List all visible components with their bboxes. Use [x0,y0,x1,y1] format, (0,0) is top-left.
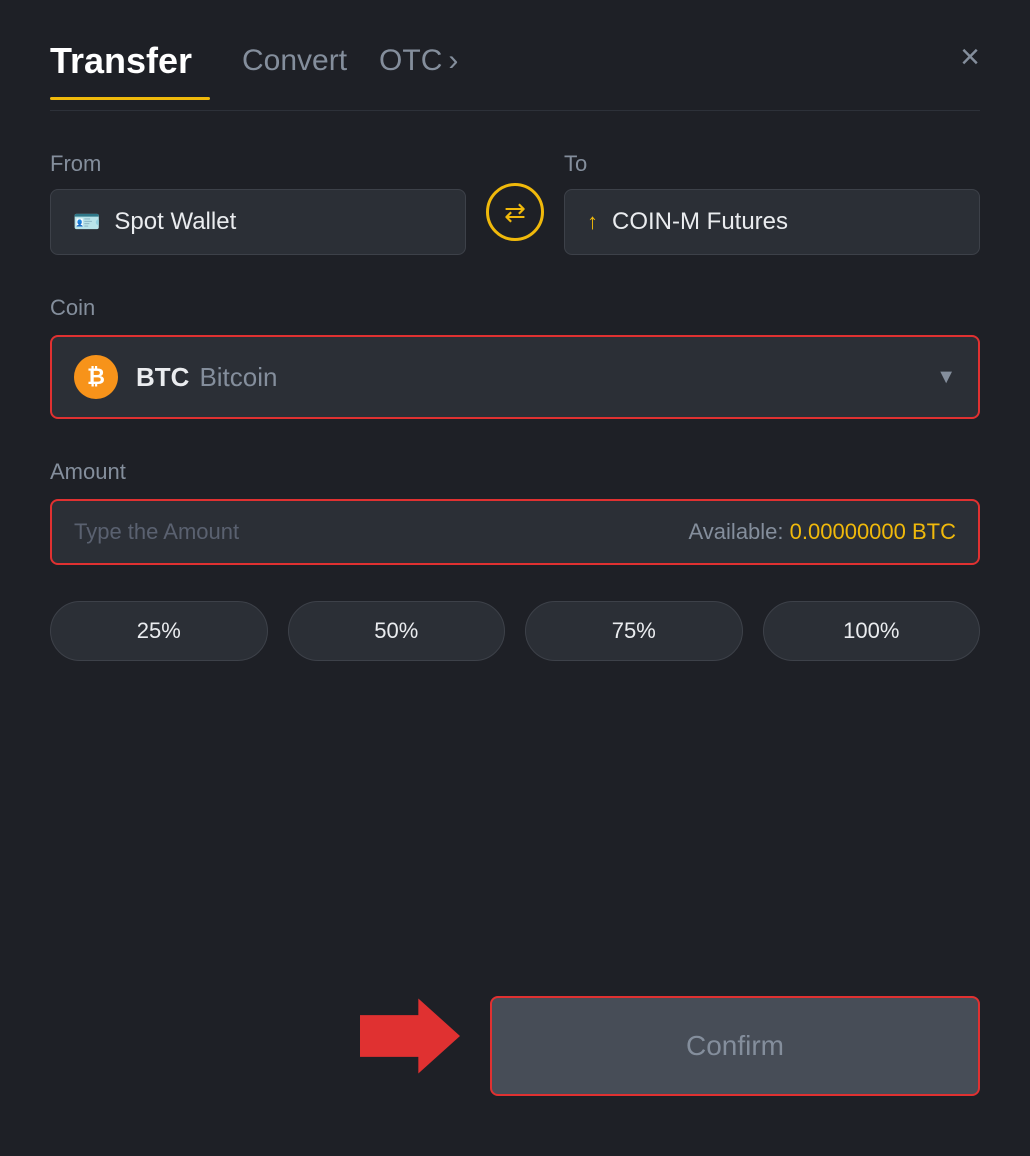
amount-placeholder: Type the Amount [74,519,239,545]
swap-button-container: ⇄ [486,183,544,255]
coin-selector[interactable]: ₿ BTC Bitcoin ▼ [50,335,980,419]
pct-100-button[interactable]: 100% [763,601,981,661]
header: Transfer Convert OTC › × [50,40,980,100]
transfer-modal: Transfer Convert OTC › × From 🪪 Spot Wal… [0,0,1030,1156]
bottom-area: Confirm [50,996,980,1096]
confirm-button[interactable]: Confirm [490,996,980,1096]
to-wallet-label: COIN-M Futures [612,208,788,236]
pct-75-button[interactable]: 75% [525,601,743,661]
coin-name: Bitcoin [199,362,277,393]
red-arrow-icon [360,991,460,1081]
to-wallet-selector[interactable]: ↑ COIN-M Futures [564,189,980,255]
swap-button[interactable]: ⇄ [486,183,544,241]
close-button[interactable]: × [960,40,980,74]
from-to-section: From 🪪 Spot Wallet ⇄ To ↑ COIN-M Futures [50,151,980,255]
swap-icon: ⇄ [504,197,526,228]
pct-50-button[interactable]: 50% [288,601,506,661]
coin-symbol: BTC [136,362,189,393]
futures-icon: ↑ [587,209,598,235]
coin-section: Coin ₿ BTC Bitcoin ▼ [50,295,980,419]
amount-label: Amount [50,459,126,484]
tab-transfer[interactable]: Transfer [50,40,210,100]
amount-section: Amount Type the Amount Available: 0.0000… [50,459,980,565]
pct-25-button[interactable]: 25% [50,601,268,661]
percentage-buttons: 25% 50% 75% 100% [50,601,980,661]
card-icon: 🪪 [73,209,100,235]
from-group: From 🪪 Spot Wallet [50,151,466,255]
chevron-down-icon: ▼ [936,366,956,389]
amount-input-box[interactable]: Type the Amount Available: 0.00000000 BT… [50,499,980,565]
from-wallet-label: Spot Wallet [114,208,236,236]
from-wallet-selector[interactable]: 🪪 Spot Wallet [50,189,466,255]
coin-label: Coin [50,295,95,320]
arrow-indicator [360,991,460,1086]
tab-otc[interactable]: OTC › [379,44,458,96]
chevron-right-icon: › [448,44,458,78]
to-label: To [564,151,980,177]
to-group: To ↑ COIN-M Futures [564,151,980,255]
btc-icon: ₿ [74,355,118,399]
divider [50,110,980,111]
from-label: From [50,151,466,177]
available-text: Available: 0.00000000 BTC [689,519,956,545]
available-value: 0.00000000 BTC [790,519,956,544]
tab-convert[interactable]: Convert [242,44,347,96]
